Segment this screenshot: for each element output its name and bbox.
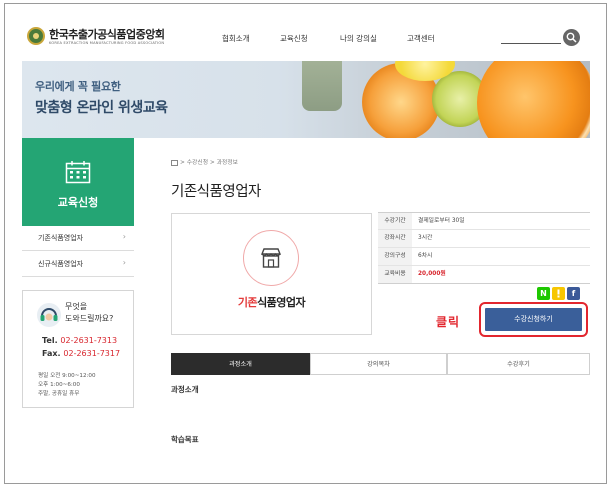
info-key: 강좌시간 (378, 230, 412, 247)
fax-number: 02-2631-7317 (63, 349, 121, 358)
nav-customer-center[interactable]: 고객센터 (407, 33, 435, 44)
browser-frame: 한국추출가공식품업중앙회 KOREA EXTRACTION MANUFACTUR… (4, 3, 607, 484)
info-row-fee: 교육비용 20,000원 (378, 266, 590, 284)
org-name[interactable]: 한국추출가공식품업중앙회 (49, 26, 165, 42)
info-key: 강의구성 (378, 248, 412, 265)
association-logo-icon[interactable] (27, 27, 45, 45)
search-button[interactable] (563, 29, 580, 46)
chevron-right-icon: › (122, 232, 126, 241)
headset-icon (37, 303, 61, 327)
glass-image (302, 61, 342, 111)
tel-number[interactable]: 02-2631-7313 (60, 336, 117, 345)
orange-image (477, 61, 590, 138)
search-icon (566, 32, 577, 43)
course-name-highlight: 기존 (237, 296, 258, 309)
breadcrumb: > 수강신청 > 과정정보 (171, 157, 238, 166)
sidebar-item-label: 신규식품영업자 (38, 260, 84, 268)
hours-weekday-afternoon: 오후 1:00~6:00 (38, 382, 80, 388)
fax-label: Fax. (42, 349, 61, 358)
nav-about[interactable]: 협회소개 (222, 33, 250, 44)
chevron-right-icon: › (122, 258, 126, 267)
course-info-table: 수강기간 결제일로부터 30일 강좌시간 3시간 강의구성 6차시 교육비용 2… (378, 212, 590, 284)
tab-curriculum[interactable]: 강의목차 (310, 353, 447, 375)
breadcrumb-path: > 수강신청 > 과정정보 (180, 160, 238, 166)
hours-weekend: 주말, 공휴일 휴무 (38, 391, 80, 397)
info-value: 3시간 (418, 235, 433, 241)
course-name: 기존식품영업자 (172, 294, 371, 310)
click-annotation: 클릭 (436, 315, 461, 329)
tab-course-intro[interactable]: 과정소개 (171, 353, 310, 375)
course-name-rest: 식품영업자 (257, 296, 306, 309)
search-input[interactable] (501, 43, 561, 44)
kakao-bubble-icon (557, 289, 560, 298)
section-course-intro: 과정소개 (171, 385, 199, 394)
section-learning-goals: 학습목표 (171, 435, 199, 444)
sidebar-item-existing-operator[interactable]: 기존식품영업자 › (22, 226, 134, 251)
hero-banner: 우리에게 꼭 필요한 맞춤형 온라인 위생교육 (22, 61, 590, 138)
info-value: 6차시 (418, 253, 433, 259)
course-emblem (243, 230, 299, 286)
fax-line: Fax. 02-2631-7317 (42, 349, 120, 358)
info-row-hours: 강좌시간 3시간 (378, 230, 590, 248)
site-header: 한국추출가공식품업중앙회 KOREA EXTRACTION MANUFACTUR… (5, 4, 606, 61)
hours-weekday-morning: 평일 오전 9:00~12:00 (38, 373, 96, 379)
sidebar-header: 교육신청 (22, 138, 134, 226)
info-key: 교육비용 (378, 266, 412, 283)
home-icon[interactable] (171, 159, 178, 166)
calendar-icon (65, 161, 91, 184)
course-thumbnail: 기존식품영업자 (171, 213, 372, 335)
info-key: 수강기간 (378, 213, 412, 229)
naver-share-icon[interactable]: N (537, 287, 550, 300)
tel-line: Tel. 02-2631-7313 (42, 336, 117, 345)
nav-apply[interactable]: 교육신청 (280, 33, 308, 44)
help-question-line1: 무엇을 (65, 302, 88, 311)
sidebar-item-new-operator[interactable]: 신규식품영업자 › (22, 252, 134, 277)
apply-course-button[interactable]: 수강신청하기 (485, 308, 582, 331)
course-tabs: 과정소개 강의목차 수강후기 (171, 353, 590, 375)
nav-my-classroom[interactable]: 나의 강의실 (340, 33, 377, 44)
store-icon (260, 248, 282, 268)
sidebar-title: 교육신청 (57, 196, 99, 209)
sidebar-item-label: 기존식품영업자 (38, 234, 84, 242)
info-row-period: 수강기간 결제일로부터 30일 (378, 212, 590, 230)
info-value-price: 20,000원 (418, 271, 446, 277)
tel-label: Tel. (42, 336, 58, 345)
tab-reviews[interactable]: 수강후기 (447, 353, 590, 375)
org-subtitle: KOREA EXTRACTION MANUFACTURING FOOD ASSO… (49, 41, 165, 45)
info-value: 결제일로부터 30일 (418, 218, 465, 224)
help-box: 무엇을 도와드릴까요? Tel. 02-2631-7313 Fax. 02-26… (22, 290, 134, 408)
info-row-structure: 강의구성 6차시 (378, 248, 590, 266)
banner-title: 맞춤형 온라인 위생교육 (35, 100, 168, 116)
kakao-share-icon[interactable] (552, 287, 565, 300)
banner-subtitle: 우리에게 꼭 필요한 (35, 80, 121, 93)
page-title: 기존식품영업자 (171, 184, 261, 200)
facebook-share-icon[interactable]: f (567, 287, 580, 300)
help-question-line2: 도와드릴까요? (65, 314, 114, 323)
